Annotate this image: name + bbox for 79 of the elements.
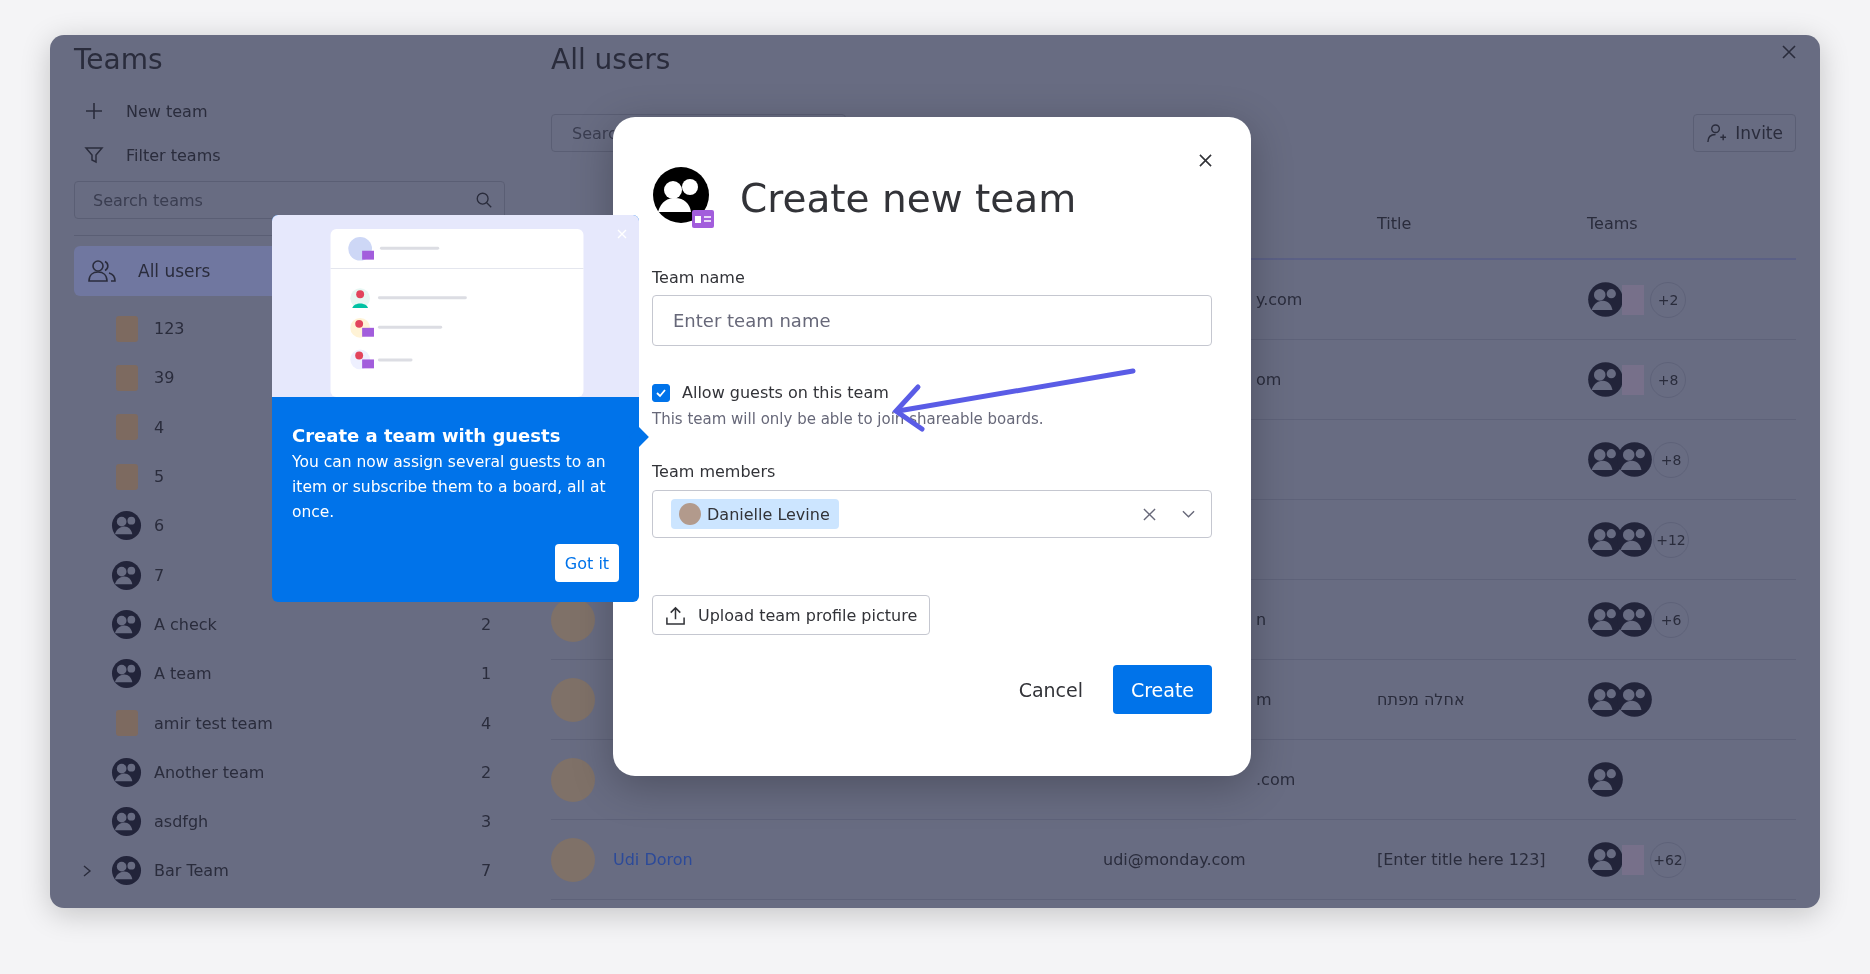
team-picture (1622, 284, 1644, 315)
sidebar-action[interactable]: Filter teams (74, 133, 221, 177)
team-picture (116, 414, 138, 441)
team-icon (652, 166, 716, 230)
team-avatar-icon (111, 559, 142, 591)
create-button[interactable]: Create (1113, 665, 1212, 714)
sidebar-title: Teams (74, 42, 164, 78)
team-picture (1622, 364, 1644, 395)
field-label: Team members (652, 462, 777, 481)
chevron-down-icon[interactable] (1182, 509, 1195, 519)
team-name[interactable]: 39 (154, 368, 175, 388)
got-it-button[interactable]: Got it (555, 544, 619, 582)
team-avatar-icon (1587, 761, 1624, 798)
team-avatar-icon (111, 510, 142, 542)
email-text: om (1256, 370, 1282, 389)
team-picture (116, 463, 138, 490)
team-avatar-icon (1587, 361, 1624, 398)
team-name[interactable]: A check (154, 614, 217, 634)
team-name[interactable]: 5 (154, 467, 165, 487)
team-name[interactable]: 7 (154, 565, 165, 585)
email-text: m (1256, 690, 1272, 709)
team-name[interactable]: A team (154, 664, 212, 684)
team-avatar-icon (111, 658, 142, 690)
close-icon[interactable] (1199, 154, 1212, 167)
add-user-icon (1706, 122, 1728, 144)
dialog-title: Create new team (740, 175, 1077, 221)
email-text: y.com (1256, 290, 1303, 309)
email-text: udi@monday.com (1103, 850, 1246, 869)
avatar-icon (679, 503, 701, 525)
title-text: [Enter title here 123] (1377, 850, 1546, 869)
team-avatar-icon (111, 608, 142, 640)
page-title: All users (551, 42, 671, 78)
member-count: 4 (481, 713, 493, 733)
member-count: 1 (481, 664, 493, 684)
team-name-field[interactable]: Enter team name (652, 295, 1212, 346)
team-picture (116, 364, 138, 391)
team-avatar-icon (1587, 841, 1624, 878)
search-icon (475, 191, 493, 209)
plus-icon (84, 101, 104, 121)
email-text: .com (1256, 770, 1296, 789)
upload-button[interactable]: Upload team profile picture (652, 595, 931, 635)
team-name[interactable]: 6 (154, 516, 165, 536)
team-name[interactable]: Bar Team (154, 861, 229, 881)
email-text: n (1256, 610, 1267, 629)
invite-button[interactable]: Invite (1693, 114, 1796, 152)
team-picture (116, 710, 138, 736)
cancel-button[interactable]: Cancel (1018, 670, 1083, 709)
member-count: 7 (481, 861, 493, 881)
team-name[interactable]: 4 (154, 417, 165, 437)
team-name[interactable]: asdfgh (154, 812, 209, 832)
member-count: 2 (481, 614, 493, 634)
member-count: 2 (481, 762, 493, 782)
user-name-link[interactable]: Udi Doron (613, 850, 693, 869)
title-text: אחלה מפתח (1377, 690, 1465, 709)
column-header: Title (1377, 213, 1413, 233)
checkbox-label[interactable]: Allow guests on this team (682, 383, 889, 402)
tooltip-title: Create a team with guests (292, 425, 562, 446)
team-name[interactable]: Another team (154, 762, 265, 782)
member-count: 3 (481, 812, 493, 832)
field-label: Team name (652, 268, 746, 287)
team-name[interactable]: amir test team (154, 713, 273, 733)
chevron-right-icon[interactable] (82, 863, 92, 878)
team-picture (116, 315, 138, 342)
checkbox[interactable] (652, 383, 670, 402)
filter-icon (84, 145, 104, 165)
member-chip[interactable]: Danielle Levine (671, 499, 839, 529)
clear-icon[interactable] (1143, 507, 1156, 521)
team-avatar-icon (111, 756, 142, 788)
team-avatar-icon (1587, 281, 1624, 318)
team-name[interactable]: 123 (154, 319, 185, 339)
members-select[interactable]: Danielle Levine (652, 490, 1212, 538)
team-picture (1622, 844, 1644, 875)
team-avatar-icon (111, 806, 142, 838)
team-avatar-icon (111, 855, 142, 887)
tooltip-text: You can now assign several guests to an item or subscribe them to a board, all at once. (292, 452, 607, 523)
users-icon (88, 259, 116, 283)
upload-icon (665, 604, 686, 626)
column-header: Teams (1587, 213, 1639, 233)
sidebar-action[interactable]: New team (74, 89, 208, 133)
